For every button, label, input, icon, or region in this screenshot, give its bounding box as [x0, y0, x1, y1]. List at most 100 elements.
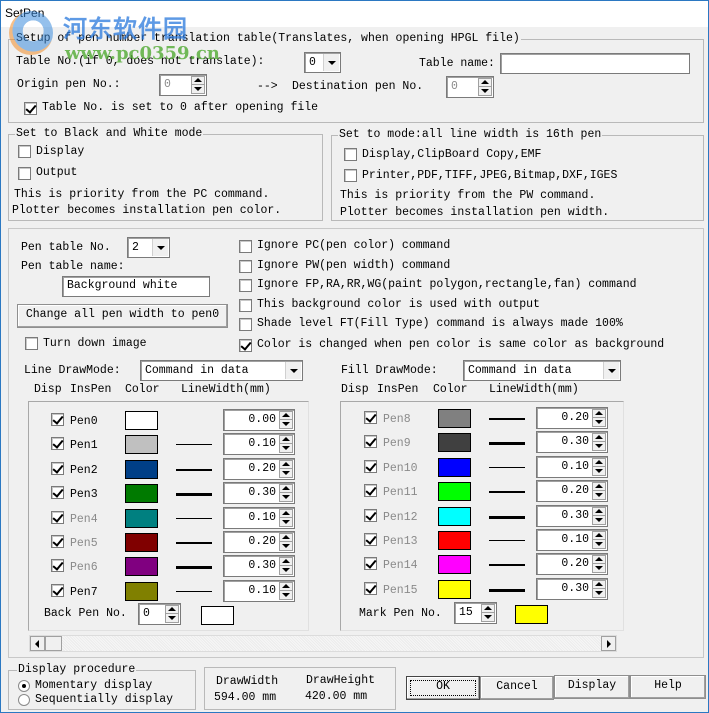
bw-output-checkbox[interactable] [18, 167, 31, 180]
pen-color-swatch[interactable] [125, 460, 158, 479]
spin-up-icon[interactable] [280, 436, 292, 444]
pen-disp-checkbox[interactable] [364, 582, 377, 595]
option-checkbox[interactable] [239, 260, 252, 273]
line-drawmode-select[interactable]: Command in data [140, 360, 303, 381]
pen-linewidth-spinner[interactable]: 0.10 [223, 433, 295, 455]
pen-color-swatch[interactable] [438, 531, 471, 550]
horizontal-scrollbar[interactable] [29, 635, 617, 652]
scroll-right-icon[interactable] [601, 636, 616, 651]
pen-color-swatch[interactable] [125, 557, 158, 576]
scroll-left-icon[interactable] [30, 636, 45, 651]
pen-color-swatch[interactable] [438, 458, 471, 477]
spin-down-icon[interactable] [280, 591, 292, 599]
pen-color-swatch[interactable] [438, 507, 471, 526]
option-checkbox[interactable] [239, 318, 252, 331]
spin-up-icon[interactable] [593, 581, 605, 589]
back-pen-spinner[interactable]: 0 [138, 603, 181, 625]
spin-down-icon[interactable] [593, 418, 605, 426]
bw-display-checkbox[interactable] [18, 145, 31, 158]
reset-table-checkbox[interactable] [24, 102, 37, 115]
mark-pen-color-swatch[interactable] [515, 605, 548, 624]
pen-linewidth-spinner[interactable]: 0.00 [223, 409, 295, 431]
mark-pen-spinner[interactable]: 15 [454, 602, 497, 624]
pen-disp-checkbox[interactable] [364, 435, 377, 448]
table-name-input[interactable] [500, 53, 690, 74]
pen-color-swatch[interactable] [438, 580, 471, 599]
spin-down-icon[interactable] [593, 491, 605, 499]
pen-disp-checkbox[interactable] [51, 559, 64, 572]
pen-linewidth-spinner[interactable]: 0.20 [223, 458, 295, 480]
change-all-pen-width-button[interactable]: Change all pen width to pen0 [17, 304, 228, 328]
pen-linewidth-spinner[interactable]: 0.30 [536, 578, 608, 600]
spin-down-icon[interactable] [593, 467, 605, 475]
pen-linewidth-spinner[interactable]: 0.30 [536, 431, 608, 453]
option-checkbox[interactable] [239, 339, 252, 352]
pen-color-swatch[interactable] [125, 509, 158, 528]
pen-disp-checkbox[interactable] [364, 411, 377, 424]
lw-display-checkbox[interactable] [344, 148, 357, 161]
spin-up-icon[interactable] [280, 558, 292, 566]
pen-disp-checkbox[interactable] [364, 460, 377, 473]
spin-down-icon[interactable] [280, 493, 292, 501]
pen-table-no-select[interactable]: 2 [127, 237, 170, 258]
spin-up-icon[interactable] [593, 434, 605, 442]
spin-down-icon[interactable] [280, 566, 292, 574]
pen-color-swatch[interactable] [125, 533, 158, 552]
pen-linewidth-spinner[interactable]: 0.30 [223, 555, 295, 577]
spin-up-icon[interactable] [593, 532, 605, 540]
chevron-down-icon[interactable] [285, 362, 301, 379]
pen-linewidth-spinner[interactable]: 0.30 [223, 482, 295, 504]
spin-up-icon[interactable] [593, 410, 605, 418]
spin-down-icon[interactable] [280, 444, 292, 452]
pen-linewidth-spinner[interactable]: 0.20 [536, 480, 608, 502]
spin-up-icon[interactable] [593, 483, 605, 491]
spin-up-icon[interactable] [482, 605, 494, 613]
pen-disp-checkbox[interactable] [51, 437, 64, 450]
spin-down-icon[interactable] [593, 442, 605, 450]
pen-disp-checkbox[interactable] [51, 535, 64, 548]
pen-linewidth-spinner[interactable]: 0.20 [223, 531, 295, 553]
spin-up-icon[interactable] [479, 79, 491, 87]
spin-up-icon[interactable] [166, 606, 178, 614]
pen-table-name-input[interactable]: Background white [62, 276, 210, 297]
spin-down-icon[interactable] [280, 518, 292, 526]
lw-printer-checkbox[interactable] [344, 169, 357, 182]
pen-linewidth-spinner[interactable]: 0.20 [536, 553, 608, 575]
pen-disp-checkbox[interactable] [51, 413, 64, 426]
spin-up-icon[interactable] [280, 510, 292, 518]
fill-drawmode-select[interactable]: Command in data [463, 360, 621, 381]
spin-up-icon[interactable] [280, 534, 292, 542]
spin-up-icon[interactable] [280, 412, 292, 420]
chevron-down-icon[interactable] [152, 239, 168, 256]
origin-pen-spinner[interactable]: 0 [159, 74, 207, 96]
pen-disp-checkbox[interactable] [51, 486, 64, 499]
spin-up-icon[interactable] [280, 461, 292, 469]
pen-color-swatch[interactable] [125, 435, 158, 454]
momentary-display-radio[interactable] [18, 680, 30, 692]
pen-color-swatch[interactable] [438, 433, 471, 452]
chevron-down-icon[interactable] [603, 362, 619, 379]
spin-down-icon[interactable] [593, 516, 605, 524]
pen-linewidth-spinner[interactable]: 0.10 [223, 507, 295, 529]
spin-up-icon[interactable] [280, 583, 292, 591]
pen-linewidth-spinner[interactable]: 0.10 [536, 529, 608, 551]
option-checkbox[interactable] [239, 240, 252, 253]
pen-linewidth-spinner[interactable]: 0.30 [536, 505, 608, 527]
scroll-thumb[interactable] [45, 636, 62, 651]
help-button[interactable]: Help [630, 675, 706, 699]
spin-down-icon[interactable] [280, 420, 292, 428]
chevron-down-icon[interactable] [323, 54, 339, 71]
option-checkbox[interactable] [239, 279, 252, 292]
pen-color-swatch[interactable] [125, 411, 158, 430]
spin-down-icon[interactable] [482, 613, 494, 621]
spin-down-icon[interactable] [593, 589, 605, 597]
spin-up-icon[interactable] [593, 508, 605, 516]
spin-down-icon[interactable] [166, 614, 178, 622]
pen-color-swatch[interactable] [125, 484, 158, 503]
pen-disp-checkbox[interactable] [364, 484, 377, 497]
pen-disp-checkbox[interactable] [364, 509, 377, 522]
display-button[interactable]: Display [554, 675, 630, 699]
pen-disp-checkbox[interactable] [51, 462, 64, 475]
pen-linewidth-spinner[interactable]: 0.10 [536, 456, 608, 478]
pen-color-swatch[interactable] [438, 482, 471, 501]
